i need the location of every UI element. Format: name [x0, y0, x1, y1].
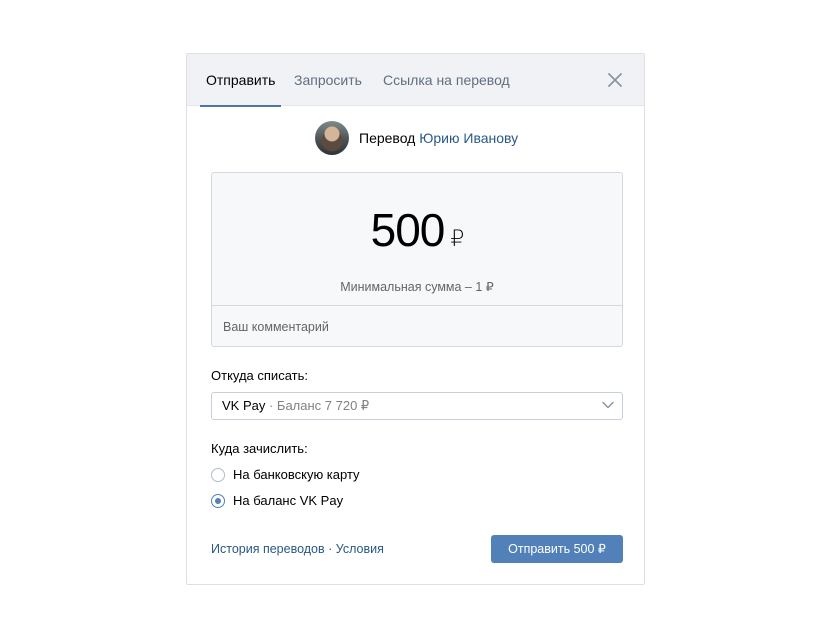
history-link[interactable]: История переводов — [211, 542, 325, 556]
tab-request[interactable]: Запросить — [294, 54, 362, 106]
amount-input[interactable]: 500 ₽ — [212, 203, 622, 257]
recipient-title: Перевод Юрию Иванову — [359, 130, 518, 146]
amount-box: 500 ₽ Минимальная сумма – 1 ₽ Ваш коммент… — [211, 172, 623, 347]
comment-input[interactable]: Ваш комментарий — [212, 305, 622, 347]
recipient-name-link[interactable]: Юрию Иванову — [419, 130, 518, 146]
terms-link[interactable]: Условия — [336, 542, 384, 556]
close-icon[interactable] — [606, 71, 624, 89]
amount-value: 500 — [370, 204, 446, 256]
footer-links: История переводов · Условия — [211, 542, 384, 556]
source-select[interactable]: VK Pay · Баланс 7 720 ₽ — [211, 392, 623, 420]
source-selected-main: VK Pay — [222, 398, 266, 413]
tab-send[interactable]: Отправить — [199, 54, 282, 107]
tab-transfer-link[interactable]: Ссылка на перевод — [383, 54, 510, 106]
recipient-prefix: Перевод — [359, 130, 416, 146]
destination-label: Куда зачислить: — [211, 441, 308, 456]
source-label: Откуда списать: — [211, 368, 308, 383]
min-amount-note: Минимальная сумма – 1 ₽ — [340, 280, 494, 294]
tab-bar: Отправить Запросить Ссылка на перевод — [187, 54, 644, 107]
currency-symbol: ₽ — [450, 226, 464, 251]
avatar[interactable] — [315, 121, 349, 155]
recipient-header: Перевод Юрию Иванову — [187, 121, 644, 157]
radio-label: На баланс VK Pay — [233, 493, 344, 508]
source-selected-detail: · Баланс 7 720 ₽ — [265, 398, 370, 413]
radio-button-selected[interactable] — [211, 494, 225, 508]
radio-button[interactable] — [211, 468, 225, 482]
send-button[interactable]: Отправить 500 ₽ — [491, 535, 623, 563]
transfer-modal: Отправить Запросить Ссылка на перевод Пе… — [186, 53, 645, 585]
chevron-down-icon — [602, 401, 614, 409]
radio-label: На банковскую карту — [233, 467, 360, 482]
link-separator: · — [324, 542, 336, 556]
